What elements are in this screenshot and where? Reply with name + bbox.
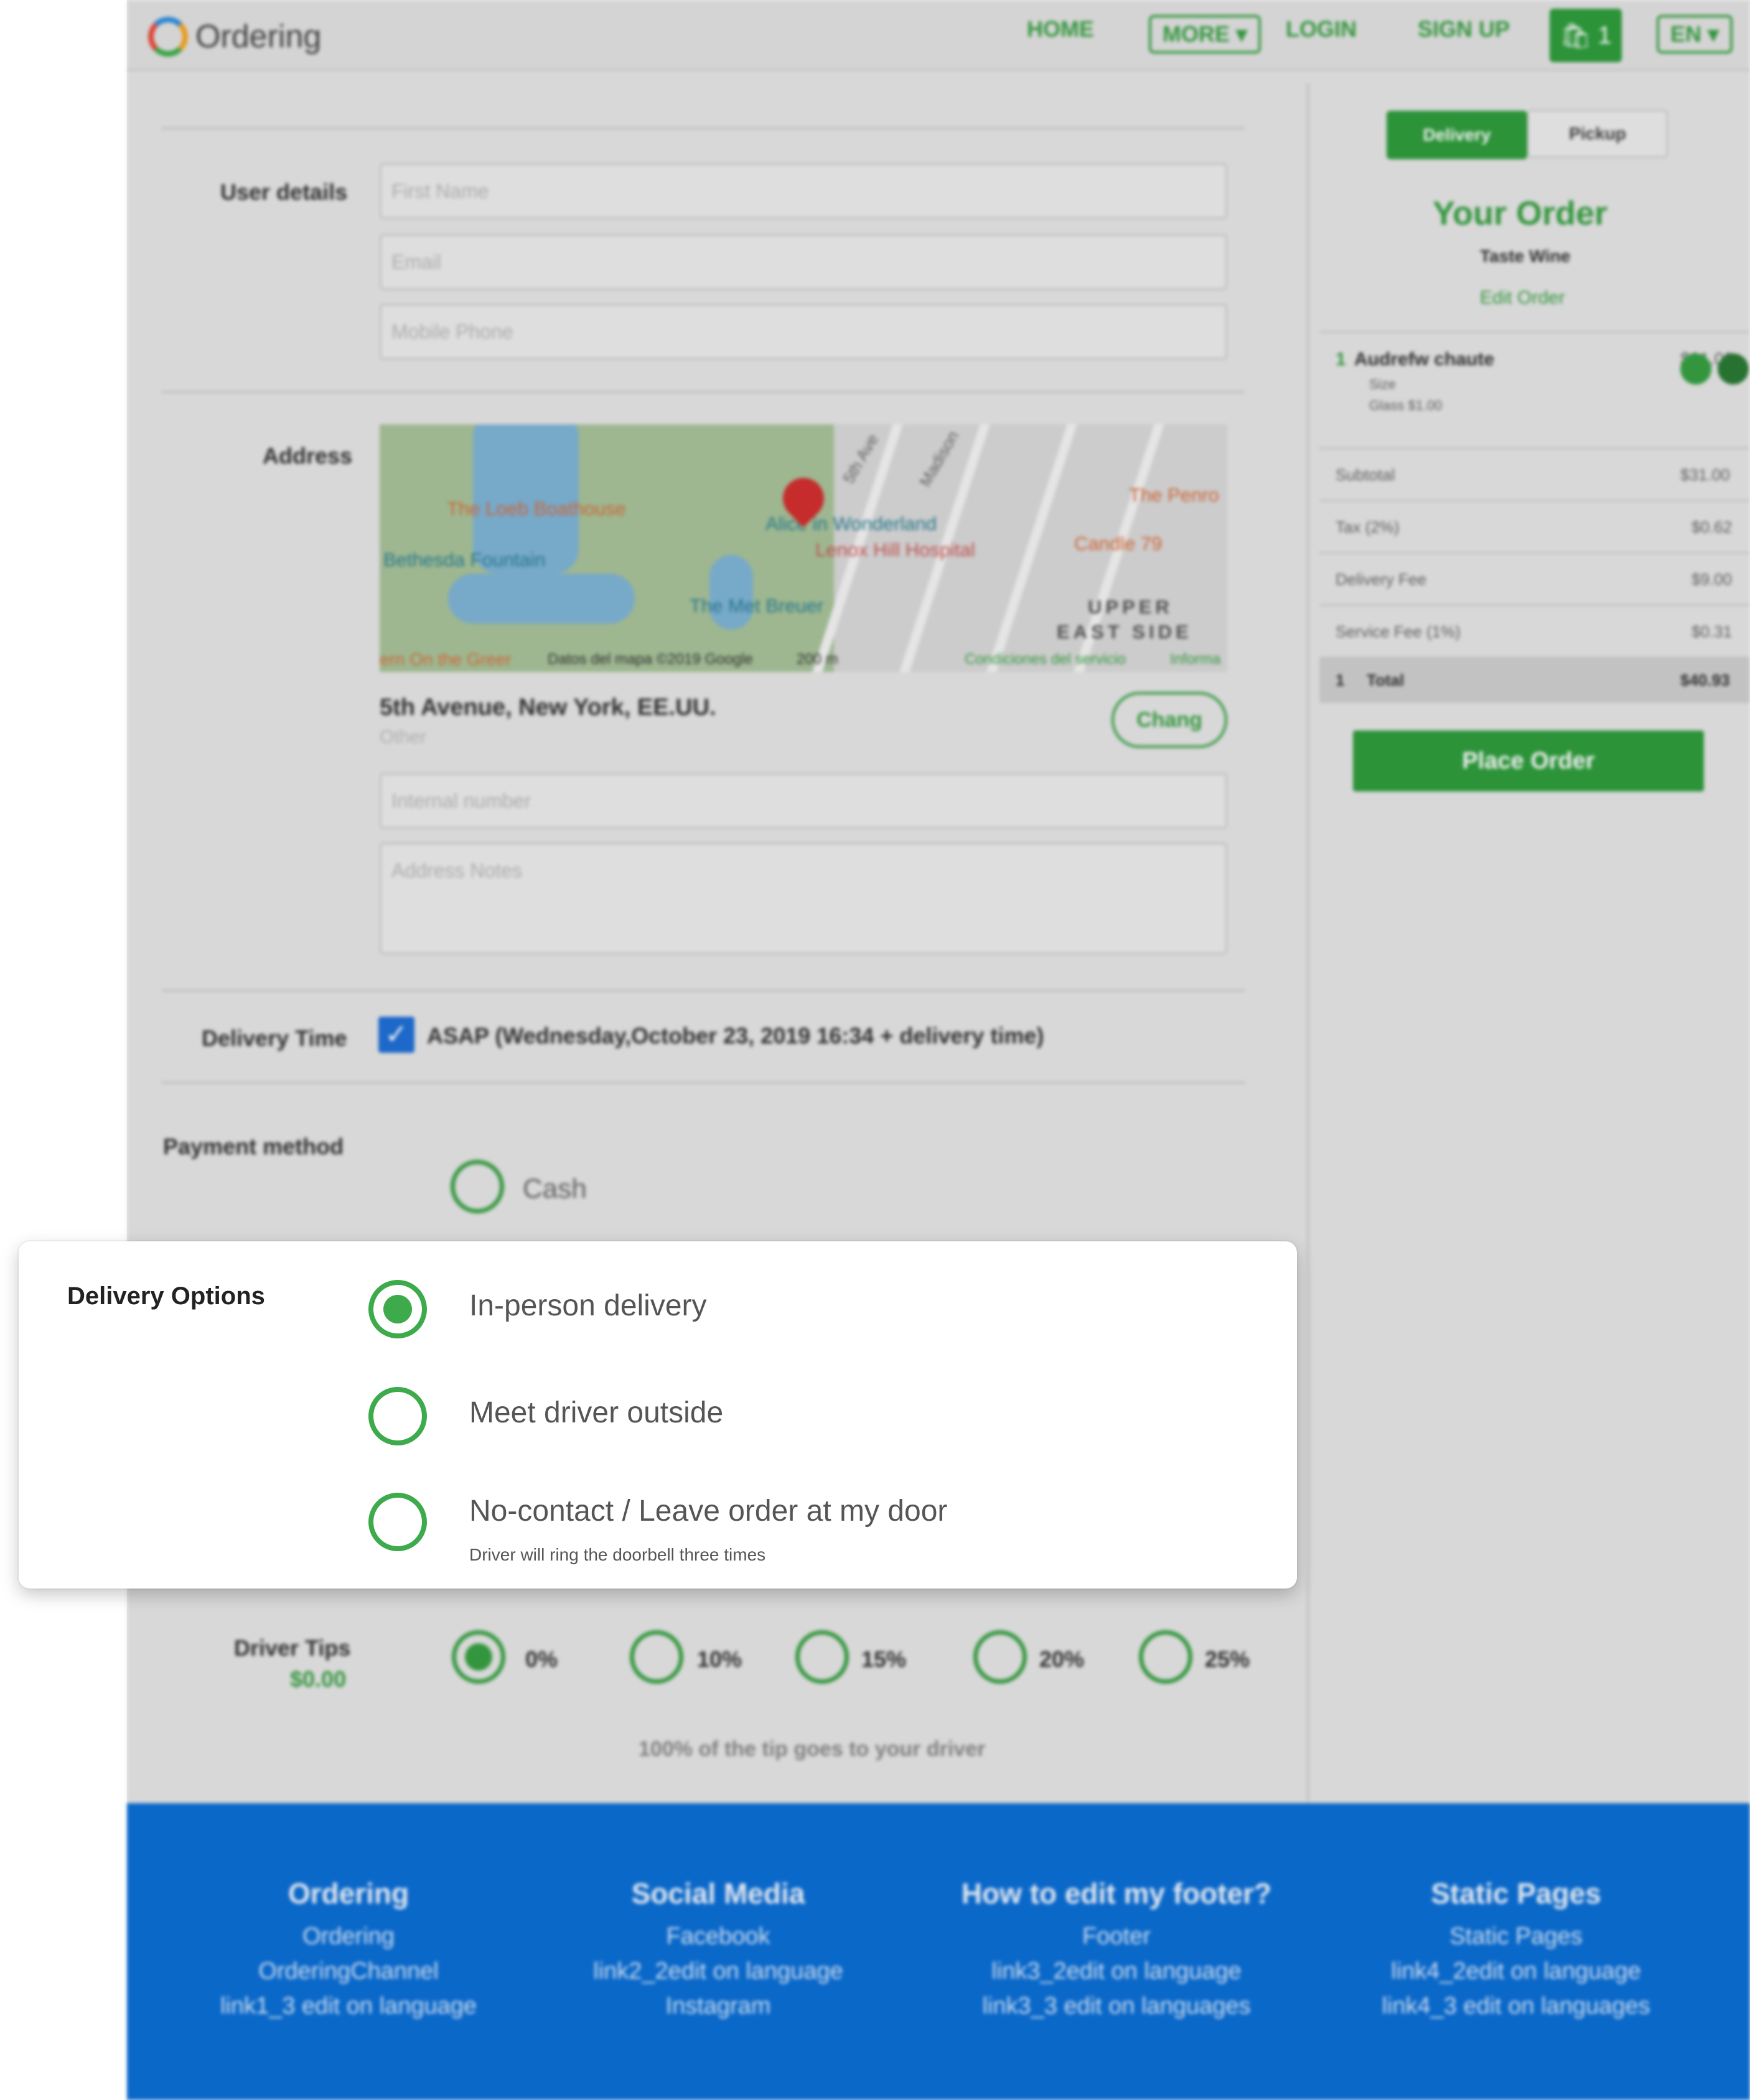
delivery-options-card: Delivery Options In-person delivery Meet… [19, 1241, 1297, 1589]
option-label: In-person delivery [469, 1289, 707, 1322]
delivery-options-title: Delivery Options [67, 1282, 265, 1310]
radio-selected-dot [383, 1295, 412, 1323]
option-label: Meet driver outside [469, 1396, 724, 1429]
radio-button[interactable] [368, 1493, 427, 1551]
option-note: Driver will ring the doorbell three time… [469, 1545, 766, 1564]
option-in-person[interactable]: In-person delivery [368, 1280, 1240, 1338]
option-no-contact[interactable]: No-contact / Leave order at my door Driv… [368, 1493, 1240, 1564]
option-label: No-contact / Leave order at my door [469, 1495, 948, 1528]
radio-button[interactable] [368, 1280, 427, 1338]
radio-button[interactable] [368, 1387, 427, 1445]
option-meet-outside[interactable]: Meet driver outside [368, 1387, 1240, 1445]
background-overlay [127, 0, 1750, 2100]
